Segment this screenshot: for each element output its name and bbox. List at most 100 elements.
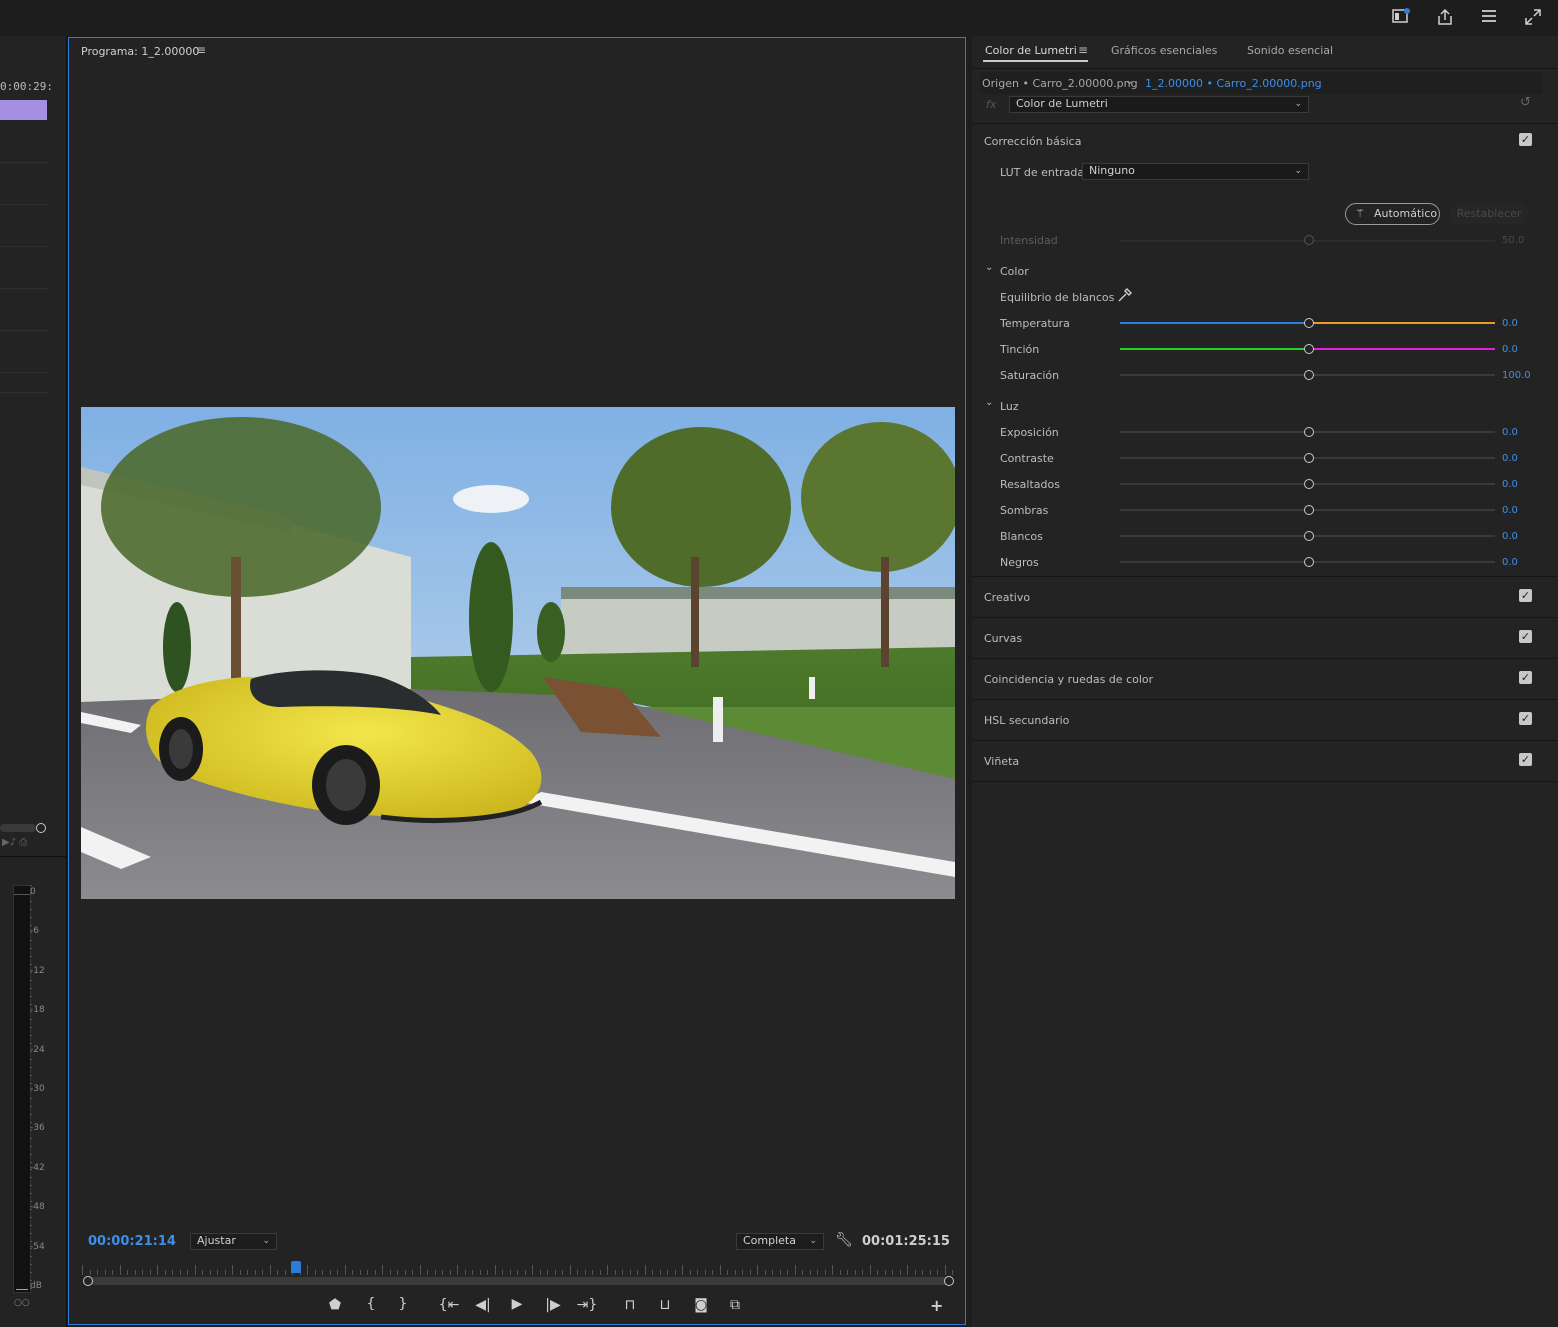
section-divider (972, 781, 1558, 782)
lut-dropdown[interactable]: Ninguno ⌄ (1082, 163, 1309, 180)
active-tab-indicator (983, 60, 1088, 62)
zoom-scrollbar-left-handle[interactable] (83, 1276, 93, 1286)
effect-dropdown[interactable]: Color de Lumetri ⌄ (1009, 96, 1309, 113)
time-ruler[interactable] (82, 1263, 953, 1275)
highlights-slider-handle[interactable] (1304, 479, 1314, 489)
duration-timecode: 00:01:25:15 (862, 1234, 950, 1249)
exposure-label: Exposición (1000, 426, 1059, 439)
zoom-scrollbar-right-handle[interactable] (944, 1276, 954, 1286)
temperature-slider-handle[interactable] (1304, 318, 1314, 328)
intensity-label: Intensidad (1000, 234, 1058, 247)
work-area-bar[interactable] (0, 100, 47, 120)
tint-slider-handle[interactable] (1304, 344, 1314, 354)
basic-correction-title[interactable]: Corrección básica (984, 135, 1081, 148)
highlights-value[interactable]: 0.0 (1502, 479, 1518, 490)
lift-icon[interactable]: ⊓ (619, 1297, 641, 1313)
blacks-slider-handle[interactable] (1304, 557, 1314, 567)
meter-tick: -42 (30, 1162, 45, 1173)
chevron-down-icon[interactable]: ⌄ (985, 397, 993, 408)
panel-menu-icon[interactable]: ≡ (196, 43, 206, 57)
section-curves[interactable]: Curvas (984, 632, 1022, 645)
reset-button[interactable]: Restablecer (1449, 203, 1529, 225)
basic-correction-checkbox[interactable]: ✓ (1519, 133, 1532, 146)
chevron-down-icon: ⌄ (1294, 99, 1302, 109)
magic-wand-icon: ⚚ (1355, 207, 1365, 220)
shadows-slider-handle[interactable] (1304, 505, 1314, 515)
exposure-value[interactable]: 0.0 (1502, 427, 1518, 438)
section-hsl-secondary[interactable]: HSL secundario (984, 714, 1069, 727)
tab-essential-graphics[interactable]: Gráficos esenciales (1111, 44, 1217, 57)
zoom-scrollbar[interactable] (0, 824, 36, 832)
section-creative[interactable]: Creativo (984, 591, 1030, 604)
reset-effect-icon[interactable]: ↺ (1520, 95, 1531, 110)
mark-out-icon[interactable]: } (392, 1296, 414, 1312)
section-divider (972, 576, 1558, 577)
go-to-in-icon[interactable]: {⇤ (438, 1297, 460, 1313)
exposure-slider-handle[interactable] (1304, 427, 1314, 437)
zoom-scrollbar-handle[interactable] (36, 823, 46, 833)
zoom-value: Ajustar (197, 1234, 236, 1247)
top-bar (0, 0, 1558, 36)
go-to-out-icon[interactable]: ⇥} (576, 1297, 598, 1313)
whites-value[interactable]: 0.0 (1502, 531, 1518, 542)
tab-essential-sound[interactable]: Sonido esencial (1247, 44, 1333, 57)
resolution-value: Completa (743, 1234, 796, 1247)
mark-in-icon[interactable]: { (360, 1296, 382, 1312)
section-color-wheels[interactable]: Coincidencia y ruedas de color (984, 673, 1153, 686)
meter-solo-buttons[interactable]: ○○ (14, 1298, 30, 1308)
marker-icon[interactable]: ⬟ (324, 1297, 346, 1313)
step-forward-icon[interactable]: |▶ (542, 1297, 564, 1313)
chevron-down-icon[interactable]: ⌄ (1125, 74, 1134, 87)
contrast-slider-handle[interactable] (1304, 453, 1314, 463)
tab-divider (972, 68, 1558, 69)
extract-icon[interactable]: ⊔ (654, 1297, 676, 1313)
chevron-down-icon[interactable]: ⌄ (985, 262, 993, 273)
panel-divider (0, 856, 66, 857)
panel-menu-icon[interactable]: ≡ (1078, 43, 1088, 57)
eyedropper-icon[interactable] (1116, 288, 1132, 307)
contrast-value[interactable]: 0.0 (1502, 453, 1518, 464)
section-curves-checkbox[interactable]: ✓ (1519, 630, 1532, 643)
section-vignette[interactable]: Viñeta (984, 755, 1019, 768)
section-divider (972, 123, 1558, 124)
track-divider (0, 288, 48, 289)
auto-button[interactable]: ⚚ Automático (1345, 203, 1440, 225)
panel-menu-icon[interactable] (1479, 8, 1499, 28)
saturation-slider-handle[interactable] (1304, 370, 1314, 380)
add-button[interactable]: + (930, 1296, 943, 1315)
meter-peak-indicator (14, 886, 30, 895)
workspace-icon[interactable] (1391, 8, 1411, 28)
shadows-value[interactable]: 0.0 (1502, 505, 1518, 516)
compare-icon[interactable]: ⧉ (724, 1297, 746, 1313)
color-subsection-title[interactable]: Color (1000, 265, 1029, 278)
blacks-value[interactable]: 0.0 (1502, 557, 1518, 568)
meter-level (16, 1289, 28, 1290)
whites-slider-handle[interactable] (1304, 531, 1314, 541)
fullscreen-icon[interactable] (1523, 8, 1543, 28)
section-color-wheels-checkbox[interactable]: ✓ (1519, 671, 1532, 684)
share-icon[interactable] (1435, 8, 1455, 28)
export-frame-icon[interactable]: ◙ (690, 1297, 712, 1313)
resolution-dropdown[interactable]: Completa ⌄ (736, 1233, 824, 1250)
playhead[interactable] (290, 1261, 301, 1273)
source-clip[interactable]: Origen • Carro_2.00000.png (982, 77, 1138, 90)
section-hsl-secondary-checkbox[interactable]: ✓ (1519, 712, 1532, 725)
intensity-slider-handle[interactable] (1304, 235, 1314, 245)
sequence-clip[interactable]: 1_2.00000 • Carro_2.00000.png (1145, 77, 1322, 90)
tab-lumetri-color[interactable]: Color de Lumetri (985, 44, 1077, 57)
zoom-scrollbar[interactable] (88, 1277, 950, 1285)
track-divider (0, 392, 48, 393)
temperature-value[interactable]: 0.0 (1502, 318, 1518, 329)
section-vignette-checkbox[interactable]: ✓ (1519, 753, 1532, 766)
tint-value[interactable]: 0.0 (1502, 344, 1518, 355)
play-icon[interactable]: ▶ (506, 1296, 528, 1312)
highlights-label: Resaltados (1000, 478, 1060, 491)
section-divider (972, 617, 1558, 618)
current-timecode[interactable]: 00:00:21:14 (88, 1234, 176, 1249)
zoom-dropdown[interactable]: Ajustar ⌄ (190, 1233, 277, 1250)
wrench-icon[interactable]: 🔧︎ (835, 1232, 853, 1248)
light-subsection-title[interactable]: Luz (1000, 400, 1019, 413)
saturation-value[interactable]: 100.0 (1502, 370, 1531, 381)
section-creative-checkbox[interactable]: ✓ (1519, 589, 1532, 602)
step-back-icon[interactable]: ◀| (472, 1297, 494, 1313)
